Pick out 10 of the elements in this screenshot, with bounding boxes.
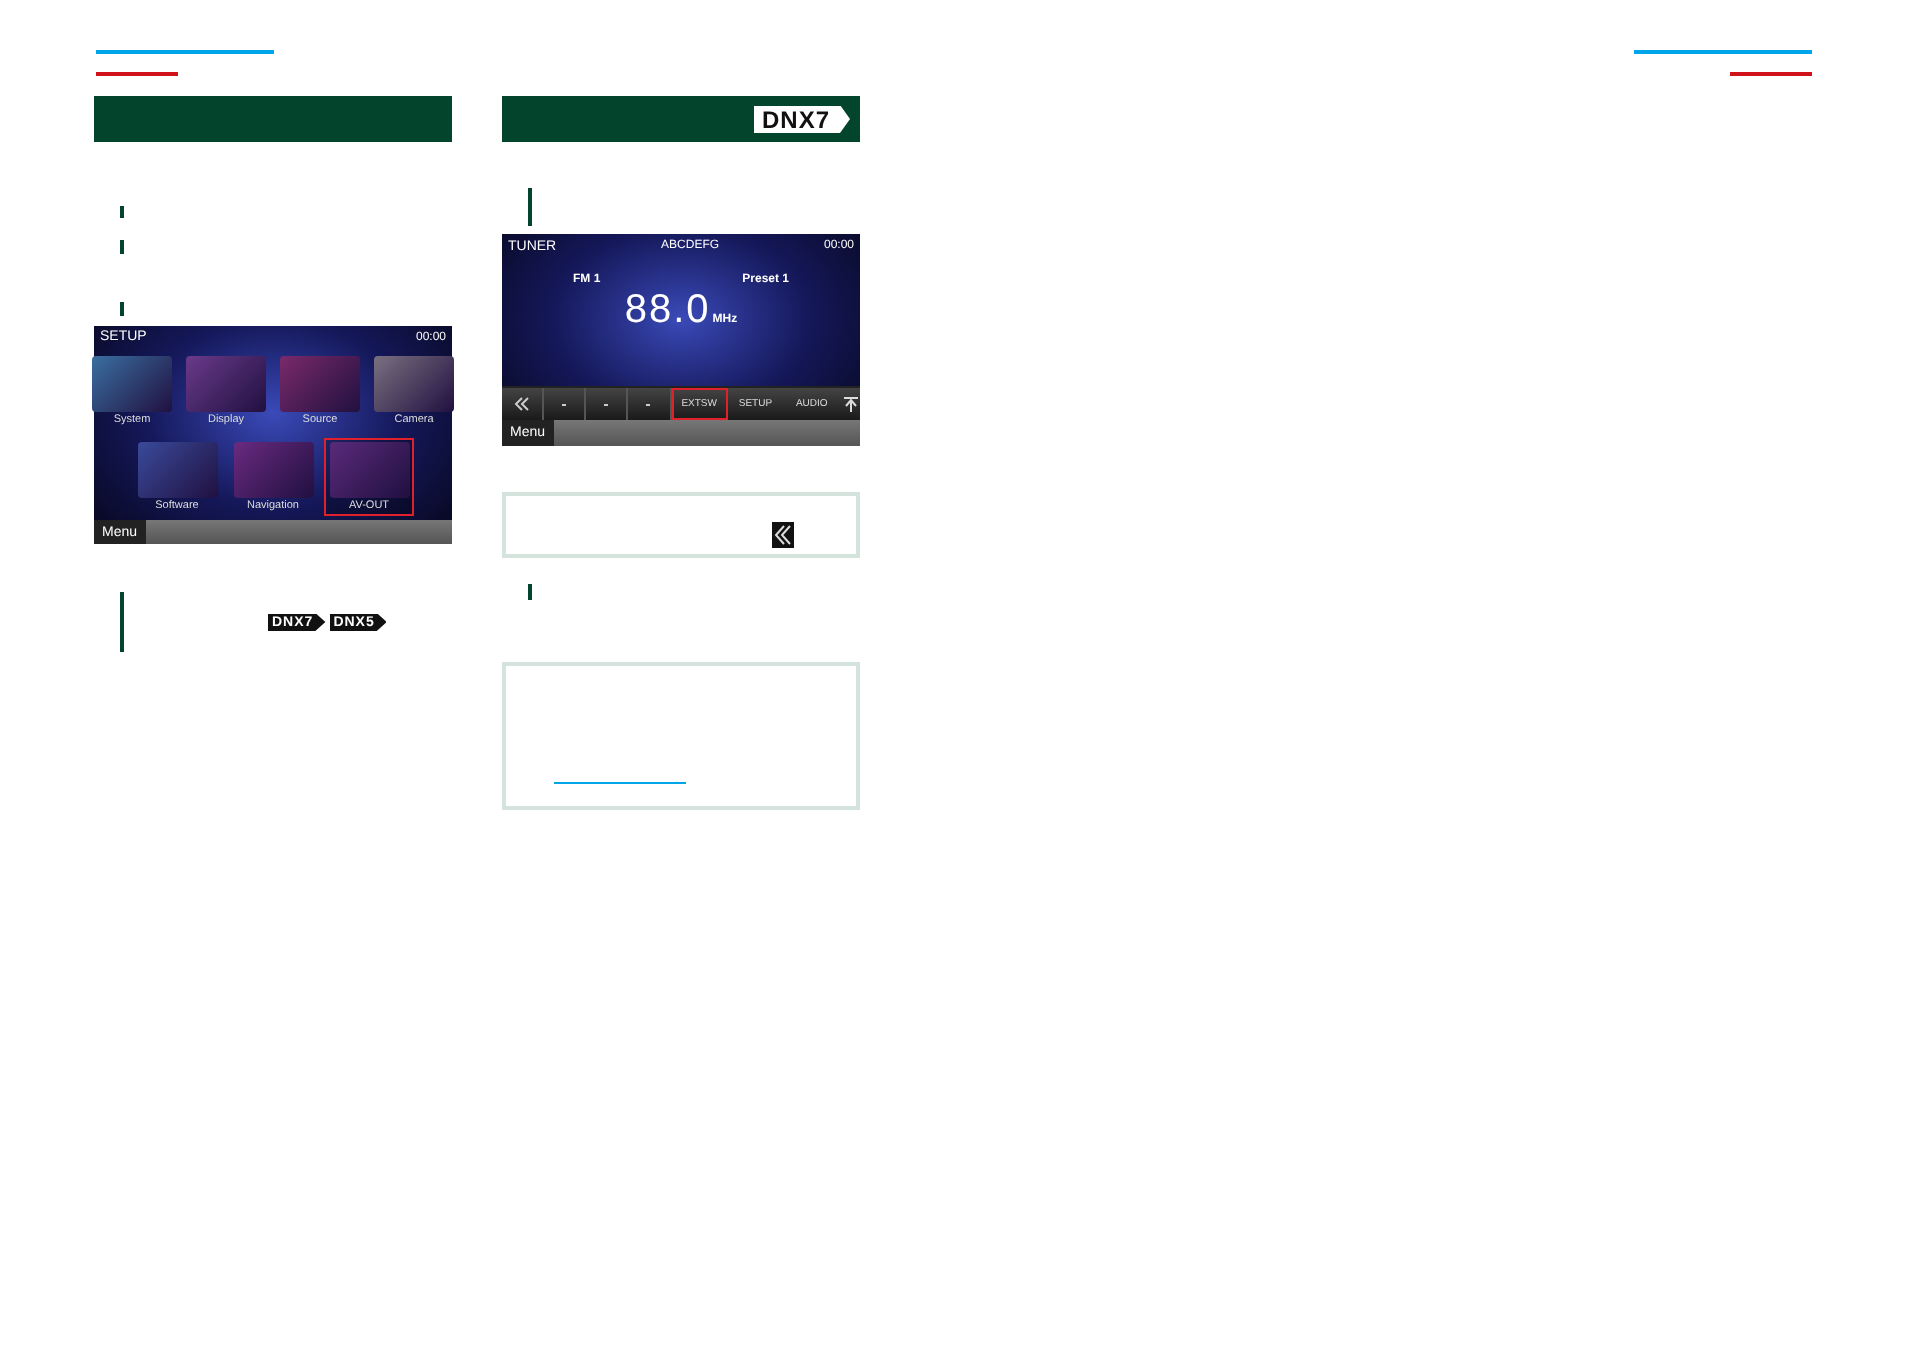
model-badge: DNX7	[753, 105, 850, 133]
double-chevron-icon	[772, 522, 794, 548]
tile-image	[137, 442, 217, 499]
tile-image	[233, 442, 313, 499]
tile-image	[92, 356, 172, 413]
tile-image	[186, 356, 266, 413]
tile-image	[374, 356, 454, 413]
tile-image	[329, 442, 409, 499]
frequency: 88.0	[624, 288, 711, 334]
tile-image	[280, 356, 360, 413]
